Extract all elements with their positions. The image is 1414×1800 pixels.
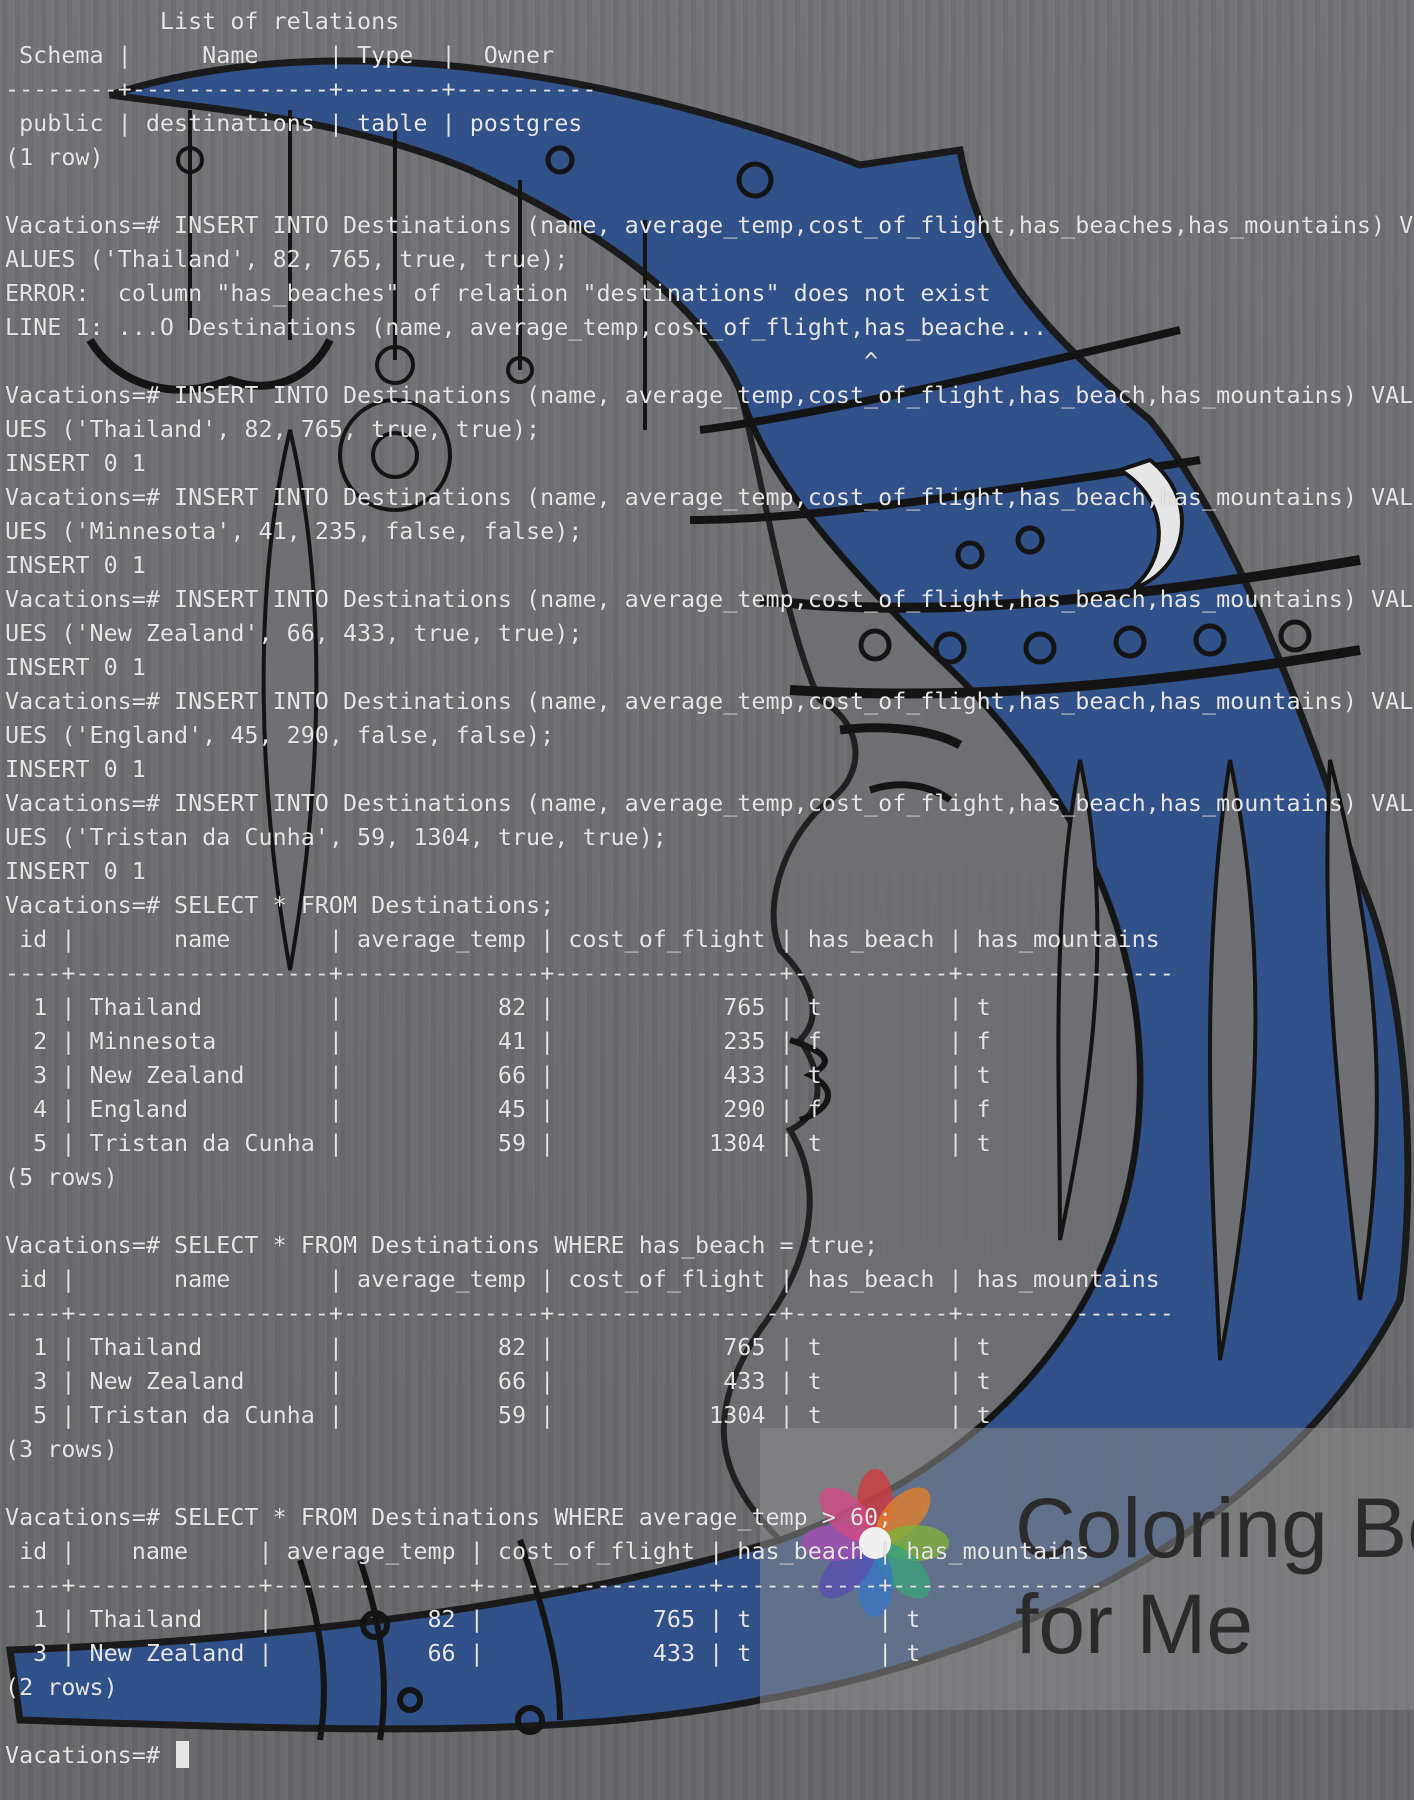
terminal-line: UES ('Tristan da Cunha', 59, 1304, true,… bbox=[5, 823, 667, 851]
terminal-line: ----+-------------+--------------+------… bbox=[5, 1571, 1104, 1599]
text-cursor bbox=[176, 1741, 189, 1768]
terminal-line: 2 | Minnesota | 41 | 235 | f | f bbox=[5, 1027, 991, 1055]
prompt-line[interactable]: Vacations=# bbox=[5, 1738, 1410, 1772]
terminal-line: Vacations=# INSERT INTO Destinations (na… bbox=[5, 381, 1414, 409]
terminal-line: Vacations=# SELECT * FROM Destinations W… bbox=[5, 1231, 879, 1259]
terminal-line: INSERT 0 1 bbox=[5, 449, 146, 477]
terminal-line: --------+--------------+-------+--------… bbox=[5, 75, 597, 103]
terminal-line: 5 | Tristan da Cunha | 59 | 1304 | t | t bbox=[5, 1129, 991, 1157]
terminal-line: UES ('New Zealand', 66, 433, true, true)… bbox=[5, 619, 583, 647]
terminal-line: INSERT 0 1 bbox=[5, 857, 146, 885]
terminal-line: 5 | Tristan da Cunha | 59 | 1304 | t | t bbox=[5, 1401, 991, 1429]
prompt-text: Vacations=# bbox=[5, 1741, 174, 1769]
terminal-line: 3 | New Zealand | 66 | 433 | t | t bbox=[5, 1367, 991, 1395]
terminal-line: Vacations=# INSERT INTO Destinations (na… bbox=[5, 585, 1414, 613]
terminal-line: public | destinations | table | postgres bbox=[5, 109, 583, 137]
terminal-line: UES ('England', 45, 290, false, false); bbox=[5, 721, 555, 749]
terminal-window[interactable]: Coloring Bo for Me List of relations Sch… bbox=[0, 0, 1414, 1800]
terminal-line: Vacations=# INSERT INTO Destinations (na… bbox=[5, 687, 1414, 715]
terminal-line: Vacations=# SELECT * FROM Destinations; bbox=[5, 891, 555, 919]
terminal-line: id | name | average_temp | cost_of_fligh… bbox=[5, 1265, 1160, 1293]
terminal-line: (5 rows) bbox=[5, 1163, 118, 1191]
terminal-output[interactable]: List of relations Schema | Name | Type |… bbox=[5, 4, 1414, 1772]
terminal-line: INSERT 0 1 bbox=[5, 653, 146, 681]
terminal-line: Vacations=# INSERT INTO Destinations (na… bbox=[5, 211, 1414, 239]
terminal-line: 4 | England | 45 | 290 | f | f bbox=[5, 1095, 991, 1123]
terminal-line: INSERT 0 1 bbox=[5, 755, 146, 783]
terminal-line: 3 | New Zealand | 66 | 433 | t | t bbox=[5, 1061, 991, 1089]
terminal-line: ^ bbox=[5, 347, 879, 375]
terminal-line: 1 | Thailand | 82 | 765 | t | t bbox=[5, 993, 991, 1021]
terminal-line: List of relations bbox=[5, 7, 400, 35]
terminal-line: LINE 1: ...O Destinations (name, average… bbox=[5, 313, 1048, 341]
terminal-line: (3 rows) bbox=[5, 1435, 118, 1463]
terminal-line: UES ('Thailand', 82, 765, true, true); bbox=[5, 415, 541, 443]
terminal-line: id | name | average_temp | cost_of_fligh… bbox=[5, 925, 1160, 953]
terminal-line: Schema | Name | Type | Owner bbox=[5, 41, 555, 69]
terminal-line: Vacations=# SELECT * FROM Destinations W… bbox=[5, 1503, 893, 1531]
terminal-line: ----+------------------+--------------+-… bbox=[5, 1299, 1174, 1327]
terminal-line: 3 | New Zealand | 66 | 433 | t | t bbox=[5, 1639, 921, 1667]
terminal-line: 1 | Thailand | 82 | 765 | t | t bbox=[5, 1605, 921, 1633]
terminal-line: UES ('Minnesota', 41, 235, false, false)… bbox=[5, 517, 583, 545]
terminal-line: Vacations=# INSERT INTO Destinations (na… bbox=[5, 789, 1414, 817]
terminal-line: ALUES ('Thailand', 82, 765, true, true); bbox=[5, 245, 569, 273]
terminal-line: id | name | average_temp | cost_of_fligh… bbox=[5, 1537, 1090, 1565]
terminal-line: (2 rows) bbox=[5, 1673, 118, 1701]
terminal-line: (1 row) bbox=[5, 143, 104, 171]
terminal-line: 1 | Thailand | 82 | 765 | t | t bbox=[5, 1333, 991, 1361]
terminal-line: ----+------------------+--------------+-… bbox=[5, 959, 1174, 987]
terminal-line: INSERT 0 1 bbox=[5, 551, 146, 579]
terminal-line: Vacations=# INSERT INTO Destinations (na… bbox=[5, 483, 1414, 511]
terminal-line: ERROR: column "has_beaches" of relation … bbox=[5, 279, 991, 307]
